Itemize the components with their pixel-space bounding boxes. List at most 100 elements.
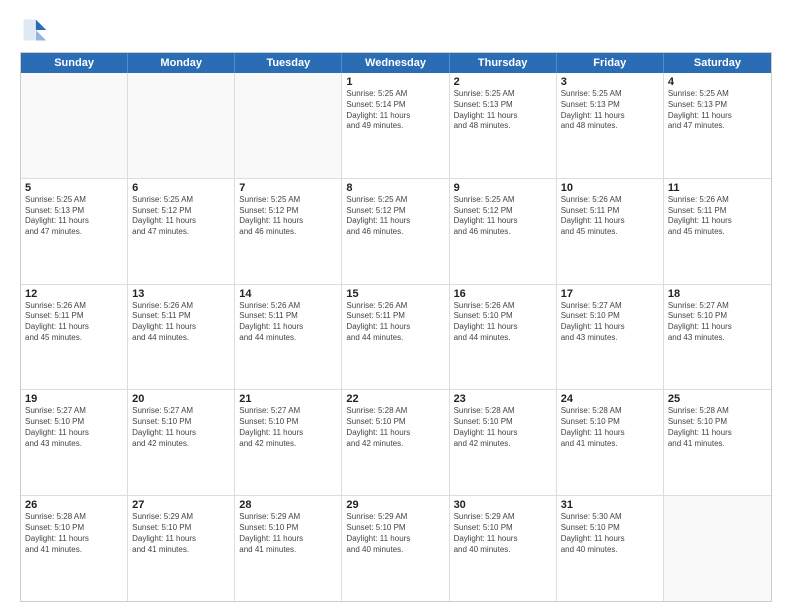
day-number: 31 — [561, 499, 659, 511]
day-number: 9 — [454, 182, 552, 194]
day-info: Sunrise: 5:25 AM Sunset: 5:12 PM Dayligh… — [346, 195, 444, 238]
calendar-cell-3: 3Sunrise: 5:25 AM Sunset: 5:13 PM Daylig… — [557, 73, 664, 178]
day-info: Sunrise: 5:26 AM Sunset: 5:10 PM Dayligh… — [454, 301, 552, 344]
day-info: Sunrise: 5:26 AM Sunset: 5:11 PM Dayligh… — [346, 301, 444, 344]
calendar-cell-16: 16Sunrise: 5:26 AM Sunset: 5:10 PM Dayli… — [450, 285, 557, 390]
day-number: 16 — [454, 288, 552, 300]
day-number: 21 — [239, 393, 337, 405]
header-day-thursday: Thursday — [450, 53, 557, 73]
day-number: 30 — [454, 499, 552, 511]
day-info: Sunrise: 5:28 AM Sunset: 5:10 PM Dayligh… — [668, 406, 767, 449]
day-number: 24 — [561, 393, 659, 405]
day-info: Sunrise: 5:26 AM Sunset: 5:11 PM Dayligh… — [668, 195, 767, 238]
calendar-cell-empty — [128, 73, 235, 178]
day-number: 5 — [25, 182, 123, 194]
day-number: 29 — [346, 499, 444, 511]
calendar-cell-empty — [235, 73, 342, 178]
day-info: Sunrise: 5:27 AM Sunset: 5:10 PM Dayligh… — [239, 406, 337, 449]
calendar-cell-13: 13Sunrise: 5:26 AM Sunset: 5:11 PM Dayli… — [128, 285, 235, 390]
calendar-cell-29: 29Sunrise: 5:29 AM Sunset: 5:10 PM Dayli… — [342, 496, 449, 601]
day-number: 2 — [454, 76, 552, 88]
calendar-row-1: 5Sunrise: 5:25 AM Sunset: 5:13 PM Daylig… — [21, 179, 771, 285]
calendar-cell-4: 4Sunrise: 5:25 AM Sunset: 5:13 PM Daylig… — [664, 73, 771, 178]
day-info: Sunrise: 5:26 AM Sunset: 5:11 PM Dayligh… — [132, 301, 230, 344]
calendar-cell-11: 11Sunrise: 5:26 AM Sunset: 5:11 PM Dayli… — [664, 179, 771, 284]
calendar-cell-20: 20Sunrise: 5:27 AM Sunset: 5:10 PM Dayli… — [128, 390, 235, 495]
day-number: 13 — [132, 288, 230, 300]
day-number: 4 — [668, 76, 767, 88]
calendar-cell-2: 2Sunrise: 5:25 AM Sunset: 5:13 PM Daylig… — [450, 73, 557, 178]
day-number: 3 — [561, 76, 659, 88]
calendar-row-2: 12Sunrise: 5:26 AM Sunset: 5:11 PM Dayli… — [21, 285, 771, 391]
calendar-header: SundayMondayTuesdayWednesdayThursdayFrid… — [21, 53, 771, 73]
day-info: Sunrise: 5:29 AM Sunset: 5:10 PM Dayligh… — [346, 512, 444, 555]
day-number: 8 — [346, 182, 444, 194]
calendar-cell-21: 21Sunrise: 5:27 AM Sunset: 5:10 PM Dayli… — [235, 390, 342, 495]
day-info: Sunrise: 5:25 AM Sunset: 5:13 PM Dayligh… — [454, 89, 552, 132]
header-day-tuesday: Tuesday — [235, 53, 342, 73]
calendar-cell-9: 9Sunrise: 5:25 AM Sunset: 5:12 PM Daylig… — [450, 179, 557, 284]
day-info: Sunrise: 5:26 AM Sunset: 5:11 PM Dayligh… — [239, 301, 337, 344]
header-day-sunday: Sunday — [21, 53, 128, 73]
day-number: 28 — [239, 499, 337, 511]
calendar-cell-30: 30Sunrise: 5:29 AM Sunset: 5:10 PM Dayli… — [450, 496, 557, 601]
day-info: Sunrise: 5:26 AM Sunset: 5:11 PM Dayligh… — [25, 301, 123, 344]
logo-icon — [20, 16, 48, 44]
calendar-cell-14: 14Sunrise: 5:26 AM Sunset: 5:11 PM Dayli… — [235, 285, 342, 390]
header-day-monday: Monday — [128, 53, 235, 73]
calendar-cell-8: 8Sunrise: 5:25 AM Sunset: 5:12 PM Daylig… — [342, 179, 449, 284]
day-number: 15 — [346, 288, 444, 300]
calendar-cell-7: 7Sunrise: 5:25 AM Sunset: 5:12 PM Daylig… — [235, 179, 342, 284]
day-info: Sunrise: 5:25 AM Sunset: 5:12 PM Dayligh… — [454, 195, 552, 238]
day-info: Sunrise: 5:28 AM Sunset: 5:10 PM Dayligh… — [25, 512, 123, 555]
day-number: 22 — [346, 393, 444, 405]
day-info: Sunrise: 5:27 AM Sunset: 5:10 PM Dayligh… — [561, 301, 659, 344]
calendar-cell-empty — [21, 73, 128, 178]
calendar-cell-1: 1Sunrise: 5:25 AM Sunset: 5:14 PM Daylig… — [342, 73, 449, 178]
calendar-body: 1Sunrise: 5:25 AM Sunset: 5:14 PM Daylig… — [21, 73, 771, 601]
calendar-cell-19: 19Sunrise: 5:27 AM Sunset: 5:10 PM Dayli… — [21, 390, 128, 495]
day-info: Sunrise: 5:29 AM Sunset: 5:10 PM Dayligh… — [239, 512, 337, 555]
day-number: 7 — [239, 182, 337, 194]
page: SundayMondayTuesdayWednesdayThursdayFrid… — [0, 0, 792, 612]
day-number: 11 — [668, 182, 767, 194]
calendar-cell-15: 15Sunrise: 5:26 AM Sunset: 5:11 PM Dayli… — [342, 285, 449, 390]
day-info: Sunrise: 5:25 AM Sunset: 5:14 PM Dayligh… — [346, 89, 444, 132]
day-number: 19 — [25, 393, 123, 405]
calendar-cell-12: 12Sunrise: 5:26 AM Sunset: 5:11 PM Dayli… — [21, 285, 128, 390]
day-info: Sunrise: 5:28 AM Sunset: 5:10 PM Dayligh… — [561, 406, 659, 449]
calendar-cell-25: 25Sunrise: 5:28 AM Sunset: 5:10 PM Dayli… — [664, 390, 771, 495]
day-number: 10 — [561, 182, 659, 194]
calendar-cell-22: 22Sunrise: 5:28 AM Sunset: 5:10 PM Dayli… — [342, 390, 449, 495]
day-number: 17 — [561, 288, 659, 300]
calendar-cell-28: 28Sunrise: 5:29 AM Sunset: 5:10 PM Dayli… — [235, 496, 342, 601]
day-number: 23 — [454, 393, 552, 405]
calendar-cell-23: 23Sunrise: 5:28 AM Sunset: 5:10 PM Dayli… — [450, 390, 557, 495]
header-day-saturday: Saturday — [664, 53, 771, 73]
day-info: Sunrise: 5:25 AM Sunset: 5:13 PM Dayligh… — [25, 195, 123, 238]
day-number: 14 — [239, 288, 337, 300]
day-number: 25 — [668, 393, 767, 405]
calendar-cell-31: 31Sunrise: 5:30 AM Sunset: 5:10 PM Dayli… — [557, 496, 664, 601]
calendar-cell-5: 5Sunrise: 5:25 AM Sunset: 5:13 PM Daylig… — [21, 179, 128, 284]
calendar-cell-10: 10Sunrise: 5:26 AM Sunset: 5:11 PM Dayli… — [557, 179, 664, 284]
day-info: Sunrise: 5:25 AM Sunset: 5:13 PM Dayligh… — [561, 89, 659, 132]
day-number: 6 — [132, 182, 230, 194]
header-day-wednesday: Wednesday — [342, 53, 449, 73]
calendar-row-4: 26Sunrise: 5:28 AM Sunset: 5:10 PM Dayli… — [21, 496, 771, 601]
calendar-row-3: 19 Sunrise: 5:27 AM Sunset: 5:10 PM Dayli… — [21, 390, 771, 496]
calendar: SundayMondayTuesdayWednesdayThursdayFrid… — [20, 52, 772, 602]
day-number: 18 — [668, 288, 767, 300]
day-number: 20 — [132, 393, 230, 405]
day-info: Sunrise: 5:25 AM Sunset: 5:12 PM Dayligh… — [239, 195, 337, 238]
calendar-row-0: 1Sunrise: 5:25 AM Sunset: 5:14 PM Daylig… — [21, 73, 771, 179]
header-day-friday: Friday — [557, 53, 664, 73]
day-info: Sunrise: 5:27 AM Sunset: 5:10 PM Dayligh… — [132, 406, 230, 449]
day-info: Sunrise: 5:27 AM Sunset: 5:10 PM Dayligh… — [668, 301, 767, 344]
day-number: 1 — [346, 76, 444, 88]
day-info: Sunrise: 5:29 AM Sunset: 5:10 PM Dayligh… — [132, 512, 230, 555]
day-info: Sunrise: 5:25 AM Sunset: 5:13 PM Dayligh… — [668, 89, 767, 132]
day-info: Sunrise: 5:30 AM Sunset: 5:10 PM Dayligh… — [561, 512, 659, 555]
day-info: Sunrise: 5:28 AM Sunset: 5:10 PM Dayligh… — [346, 406, 444, 449]
calendar-cell-empty — [664, 496, 771, 601]
